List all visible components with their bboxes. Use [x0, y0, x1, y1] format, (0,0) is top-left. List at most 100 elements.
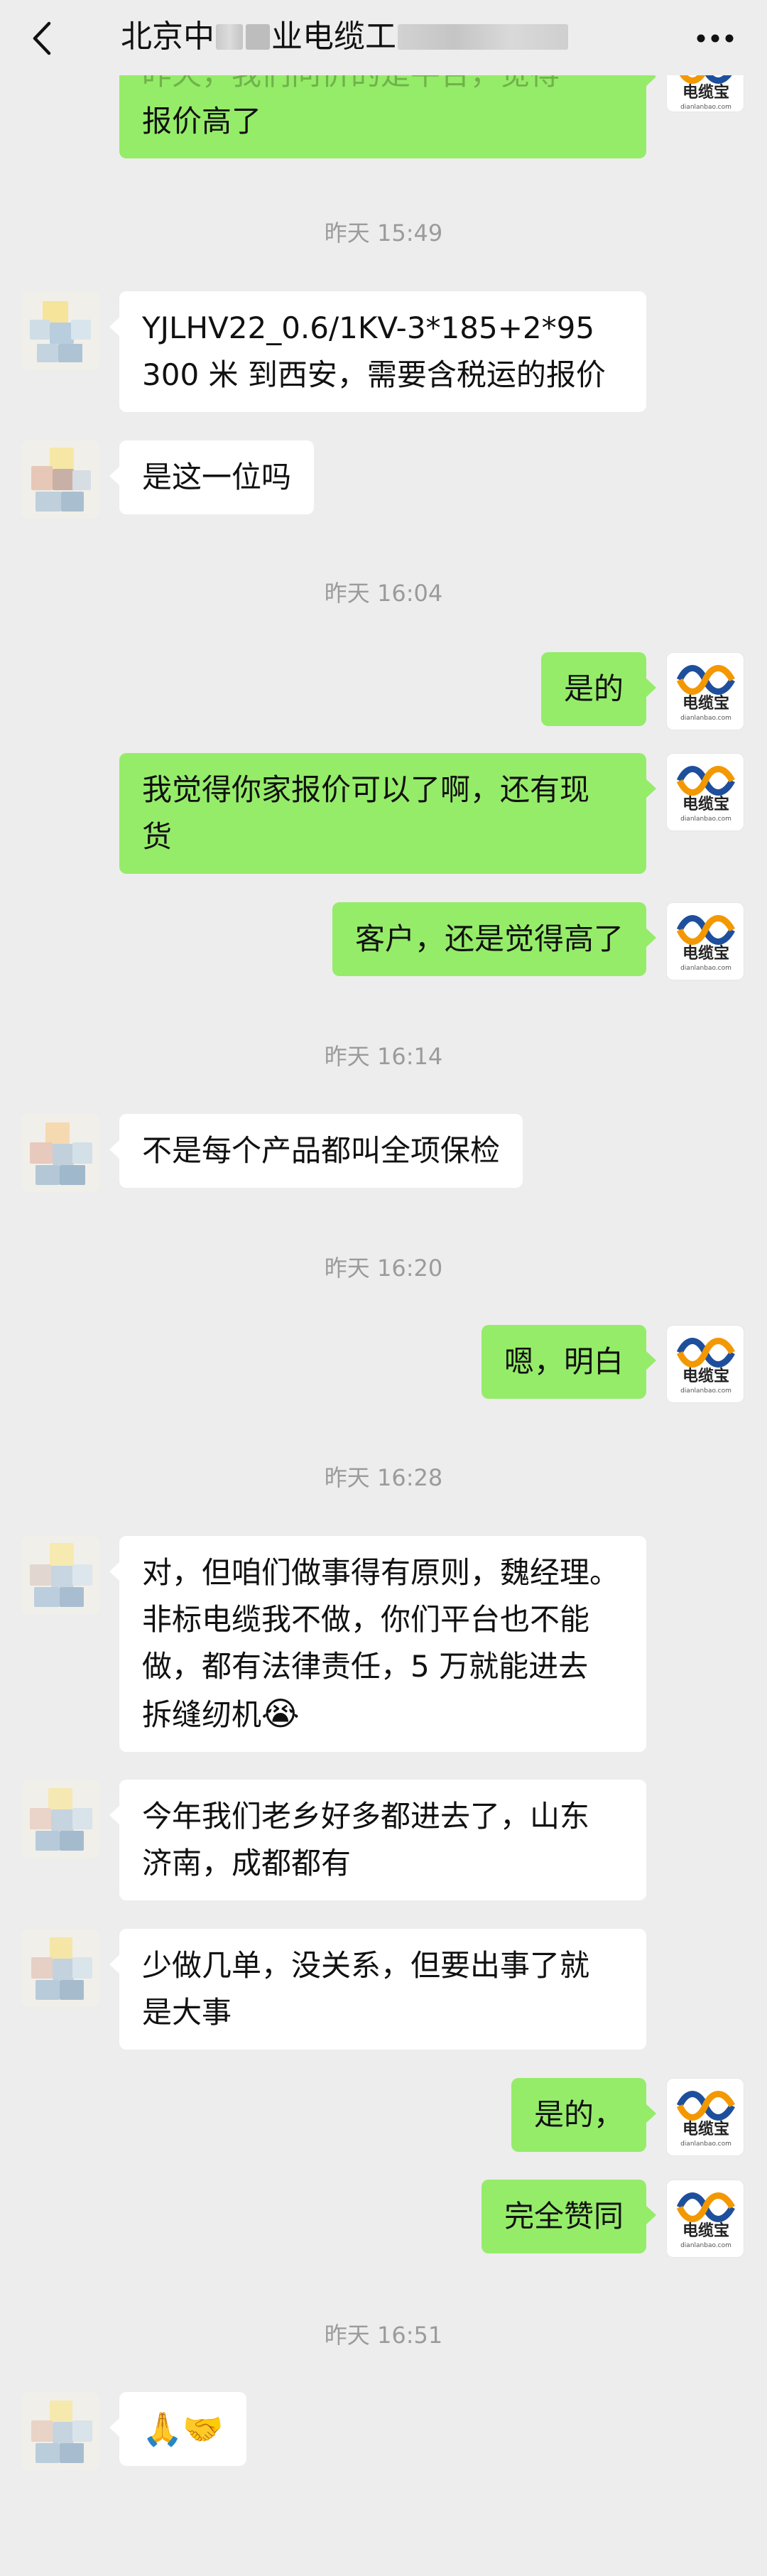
- back-button[interactable]: [21, 18, 61, 58]
- message-text: 是的: [563, 671, 624, 706]
- outgoing-message[interactable]: 是的: [540, 652, 657, 726]
- svg-text:电缆宝: 电缆宝: [682, 944, 729, 963]
- more-dots-icon: [697, 34, 734, 43]
- svg-text:dianlanbao.com: dianlanbao.com: [680, 1387, 731, 1395]
- avatar-pixel: [72, 1957, 92, 1979]
- incoming-message[interactable]: 少做几单，没关系，但要出事了就 是大事: [109, 1929, 646, 2050]
- avatar-pixel: [37, 344, 58, 362]
- outgoing-message[interactable]: 嗯，明白: [481, 1325, 657, 1399]
- dianlanbao-logo: 电缆宝 dianlanbao.com: [666, 1325, 744, 1403]
- avatar-pixel: [50, 1937, 72, 1959]
- contact-avatar[interactable]: [21, 1536, 99, 1614]
- avatar-pixel: [71, 320, 91, 340]
- avatar-pixel: [36, 1980, 60, 2000]
- blurred-avatar: [21, 1780, 99, 1858]
- timestamp: 昨天 15:49: [324, 220, 443, 247]
- dianlanbao-logo: 电缆宝 dianlanbao.com: [666, 753, 744, 831]
- svg-text:电缆宝: 电缆宝: [682, 2120, 729, 2138]
- avatar-pixel: [60, 2443, 84, 2463]
- my-avatar[interactable]: 电缆宝 dianlanbao.com: [666, 1325, 744, 1403]
- avatar-pixel: [53, 1144, 74, 1165]
- message-text: 做，都有法律责任，5 万就能进去: [142, 1649, 589, 1684]
- dianlanbao-logo-icon: 电缆宝 dianlanbao.com: [676, 915, 735, 972]
- incoming-message[interactable]: 是这一位吗: [109, 440, 315, 514]
- avatar-pixel: [30, 1142, 53, 1164]
- blurred-avatar: [21, 1929, 99, 2007]
- svg-text:电缆宝: 电缆宝: [682, 83, 729, 102]
- message-text: 是大事: [142, 1995, 232, 2030]
- contact-avatar[interactable]: [21, 2392, 99, 2470]
- avatar-pixel: [36, 2443, 60, 2463]
- avatar-pixel: [53, 2422, 74, 2443]
- title-text-start: 北京中: [121, 18, 214, 55]
- chat-title: 北京中 业电缆 工: [121, 16, 570, 58]
- incoming-message[interactable]: YJLHV22_0.6/1KV-3*185+2*95 300 米 到西安，需要含…: [109, 291, 646, 412]
- contact-avatar[interactable]: [21, 1780, 99, 1858]
- chevron-left-icon: [33, 21, 51, 55]
- message-text: 客户，还是觉得高了: [354, 921, 624, 956]
- timestamp: 昨天 16:51: [324, 2322, 443, 2349]
- avatar-pixel: [50, 2401, 72, 2422]
- avatar-pixel: [72, 1142, 92, 1164]
- message-text: 货: [142, 819, 173, 854]
- avatar-pixel: [36, 1165, 60, 1185]
- avatar-pixel: [72, 470, 91, 490]
- avatar-pixel: [60, 1980, 84, 2000]
- svg-text:电缆宝: 电缆宝: [682, 795, 729, 813]
- svg-text:电缆宝: 电缆宝: [682, 2221, 729, 2240]
- message-text: 济南，成都都有: [142, 1846, 352, 1880]
- avatar-pixel: [60, 1165, 85, 1185]
- incoming-message[interactable]: 今年我们老乡好多都进去了，山东 济南，成都都有: [109, 1780, 646, 1900]
- contact-avatar[interactable]: [21, 1114, 99, 1192]
- my-avatar[interactable]: 电缆宝 dianlanbao.com: [666, 2180, 744, 2258]
- crying-emoji-icon: 😭: [261, 1694, 300, 1733]
- avatar-pixel: [30, 1564, 51, 1586]
- outgoing-message[interactable]: 完全赞同: [481, 2180, 657, 2253]
- incoming-message[interactable]: 对，但咱们做事得有原则，魏经理。 非标电缆我不做，你们平台也不能 做，都有法律责…: [109, 1536, 646, 1752]
- my-avatar[interactable]: 电缆宝 dianlanbao.com: [666, 902, 744, 980]
- avatar-pixel: [72, 2420, 92, 2442]
- chat-header: 北京中 业电缆 工: [0, 0, 767, 75]
- message-text: 非标电缆我不做，你们平台也不能: [142, 1602, 590, 1637]
- avatar-pixel: [61, 492, 84, 512]
- svg-text:电缆宝: 电缆宝: [682, 694, 729, 713]
- blurred-avatar: [21, 2392, 99, 2470]
- avatar-pixel: [36, 492, 61, 512]
- avatar-pixel: [30, 1808, 51, 1829]
- timestamp: 昨天 16:28: [324, 1464, 443, 1491]
- blurred-avatar: [21, 1114, 99, 1192]
- blurred-title-part: [216, 24, 243, 50]
- my-avatar[interactable]: 电缆宝 dianlanbao.com: [666, 753, 744, 831]
- avatar-pixel: [48, 1788, 72, 1809]
- contact-avatar[interactable]: [21, 1929, 99, 2007]
- incoming-message[interactable]: 不是每个产品都叫全项保检: [109, 1114, 523, 1188]
- dianlanbao-logo: 电缆宝 dianlanbao.com: [666, 652, 744, 730]
- dianlanbao-logo-icon: 电缆宝 dianlanbao.com: [676, 665, 735, 722]
- outgoing-message[interactable]: 是的，: [511, 2078, 657, 2152]
- message-text: YJLHV22_0.6/1KV-3*185+2*95: [142, 310, 595, 345]
- avatar-pixel: [31, 2420, 53, 2442]
- message-text: 对，但咱们做事得有原则，魏经理。: [142, 1555, 620, 1590]
- blurred-avatar: [21, 1536, 99, 1614]
- contact-avatar[interactable]: [21, 291, 99, 369]
- svg-text:电缆宝: 电缆宝: [682, 1367, 729, 1385]
- my-avatar[interactable]: 电缆宝 dianlanbao.com: [666, 2078, 744, 2156]
- avatar-pixel: [34, 1587, 60, 1607]
- my-avatar[interactable]: 电缆宝 dianlanbao.com: [666, 652, 744, 730]
- outgoing-message[interactable]: 客户，还是觉得高了: [332, 902, 657, 976]
- timestamp: 昨天 16:04: [324, 580, 443, 607]
- dianlanbao-logo-icon: 电缆宝 dianlanbao.com: [676, 2091, 735, 2148]
- avatar-pixel: [31, 466, 53, 490]
- incoming-message[interactable]: 🙏🤝: [109, 2392, 246, 2466]
- avatar-pixel: [50, 448, 74, 469]
- avatar-pixel: [72, 1564, 92, 1586]
- svg-text:dianlanbao.com: dianlanbao.com: [680, 104, 731, 111]
- more-options-button[interactable]: [690, 18, 740, 58]
- svg-text:dianlanbao.com: dianlanbao.com: [680, 816, 731, 823]
- outgoing-message[interactable]: 我觉得你家报价可以了啊，还有现 货: [119, 753, 656, 874]
- message-text: 拆缝纫机: [142, 1697, 262, 1732]
- dianlanbao-logo: 电缆宝 dianlanbao.com: [666, 2180, 744, 2258]
- pray-handshake-emoji-icon: 🙏🤝: [142, 2410, 224, 2448]
- title-text-mid: 业电缆: [271, 18, 365, 55]
- contact-avatar[interactable]: [21, 440, 99, 519]
